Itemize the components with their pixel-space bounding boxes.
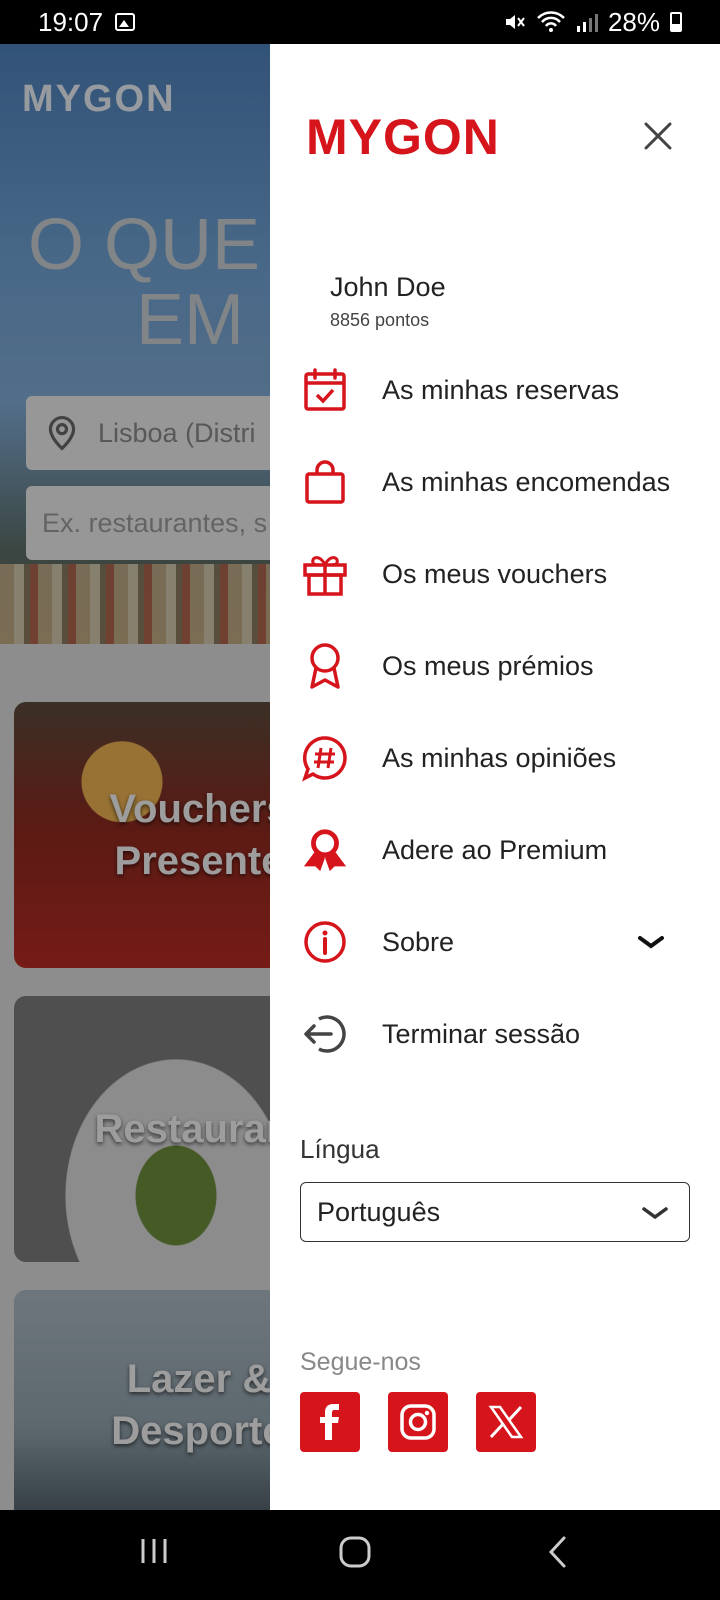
menu-item-logout[interactable]: Terminar sessão — [270, 994, 720, 1074]
menu-item-label: Sobre — [382, 926, 455, 957]
x-icon — [488, 1405, 524, 1439]
menu-item-label: Os meus prémios — [382, 650, 594, 681]
gift-icon — [300, 549, 350, 599]
home-icon[interactable] — [338, 1535, 372, 1569]
drawer-logo: MYGON — [306, 109, 500, 165]
battery-percent: 28% — [607, 6, 660, 37]
menu-item-label: As minhas encomendas — [382, 466, 671, 497]
menu-item-label: As minhas reservas — [382, 374, 620, 405]
premium-ribbon-icon — [300, 825, 350, 875]
menu-item-label: As minhas opiniões — [382, 742, 617, 773]
x-button[interactable] — [476, 1392, 536, 1452]
menu-item-prizes[interactable]: Os meus prémios — [270, 626, 720, 706]
facebook-icon — [320, 1404, 339, 1440]
menu-item-reservations[interactable]: As minhas reservas — [270, 350, 720, 430]
language-value: Português — [317, 1196, 441, 1227]
menu-item-about[interactable]: Sobre — [270, 902, 720, 982]
signal-icon — [576, 14, 598, 32]
system-navigation-bar — [0, 1510, 720, 1600]
menu-item-vouchers[interactable]: Os meus vouchers — [270, 534, 720, 614]
menu-item-label: Adere ao Premium — [382, 834, 608, 865]
status-indicators: 28% — [502, 7, 682, 38]
status-time: 19:07 — [38, 6, 104, 37]
language-label: Língua — [300, 1134, 380, 1164]
navigation-drawer: MYGON John Doe 8856 pontos As minhas res… — [270, 44, 720, 1510]
close-button[interactable] — [636, 114, 680, 158]
menu-item-orders[interactable]: As minhas encomendas — [270, 442, 720, 522]
recent-apps-icon[interactable] — [138, 1535, 170, 1567]
user-points: 8856 pontos — [330, 310, 430, 330]
follow-us-label: Segue-nos — [300, 1348, 421, 1376]
info-icon — [300, 917, 350, 967]
back-icon[interactable] — [546, 1535, 570, 1569]
hashtag-chat-icon — [300, 733, 350, 783]
shopping-bag-icon — [300, 457, 350, 507]
gallery-notification-icon — [115, 13, 136, 31]
menu-item-label: Terminar sessão — [382, 1018, 581, 1049]
award-icon — [300, 641, 350, 691]
status-bar: 19:07 28% — [0, 0, 720, 44]
calendar-check-icon — [300, 365, 350, 415]
close-icon — [644, 122, 672, 150]
instagram-button[interactable] — [388, 1392, 448, 1452]
mute-icon — [505, 15, 525, 29]
facebook-button[interactable] — [300, 1392, 360, 1452]
chevron-down-icon — [642, 1207, 668, 1220]
logout-icon — [300, 1009, 350, 1059]
wifi-icon — [537, 11, 565, 32]
user-name: John Doe — [330, 272, 446, 302]
menu-item-premium[interactable]: Adere ao Premium — [270, 810, 720, 890]
drawer-scrim[interactable] — [0, 44, 270, 1510]
menu-item-label: Os meus vouchers — [382, 558, 608, 589]
instagram-icon — [400, 1404, 436, 1440]
language-select[interactable]: Português — [300, 1182, 690, 1242]
menu-item-reviews[interactable]: As minhas opiniões — [270, 718, 720, 798]
battery-icon — [670, 12, 682, 32]
chevron-down-icon[interactable] — [636, 932, 666, 952]
